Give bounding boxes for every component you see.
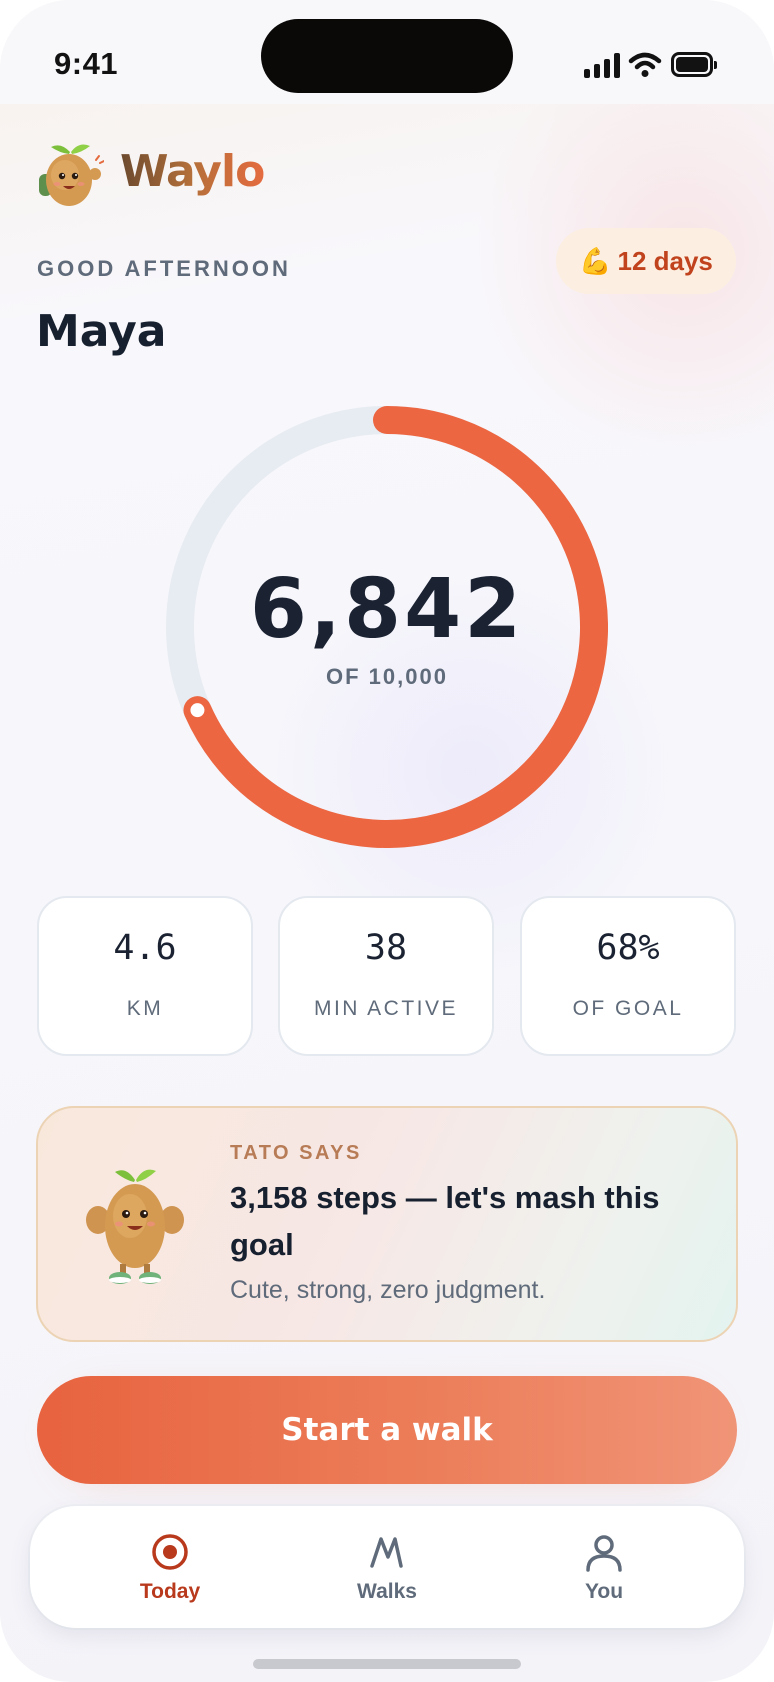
tab-label: You <box>584 1580 624 1603</box>
stat-card-active-minutes: 38 MIN ACTIVE <box>278 896 494 1056</box>
stat-card-goal-percent: 68% OF GOAL <box>520 896 736 1056</box>
brand-name: Waylo <box>120 146 265 197</box>
battery-icon <box>671 52 717 77</box>
tab-walks[interactable]: Walks <box>277 1506 497 1628</box>
ring-progress-knob <box>184 697 211 724</box>
tab-label: Walks <box>357 1580 417 1603</box>
flexed-biceps-icon: 💪 <box>579 246 612 276</box>
step-goal: OF 10,000 <box>326 664 448 689</box>
tato-kicker: TATO SAYS <box>230 1142 362 1164</box>
stat-label: OF GOAL <box>572 997 684 1020</box>
streak-label: 12 days <box>617 245 713 276</box>
stat-label: MIN ACTIVE <box>313 997 459 1020</box>
tab-label: Today <box>139 1580 201 1603</box>
tab-you[interactable]: You <box>494 1506 714 1628</box>
stat-value: 68% <box>596 928 660 968</box>
status-time: 9:41 <box>54 46 119 81</box>
stat-label: KM <box>126 997 164 1020</box>
stat-card-distance: 4.6 KM <box>37 896 253 1056</box>
greeting-kicker: GOOD AFTERNOON <box>37 256 291 281</box>
person-icon <box>586 1535 622 1572</box>
wifi-icon <box>628 52 662 77</box>
user-name: Maya <box>36 306 167 357</box>
start-walk-button[interactable]: Start a walk <box>37 1376 737 1484</box>
signal-icon <box>584 52 620 78</box>
tab-today[interactable]: Today <box>60 1506 280 1628</box>
home-indicator <box>253 1659 521 1669</box>
step-count: 6,842 <box>249 562 525 657</box>
walk-path-icon <box>370 1537 403 1568</box>
tato-subtitle: Cute, strong, zero judgment. <box>230 1276 546 1304</box>
status-bar: 9:41 <box>0 0 774 104</box>
potato-mascot-flexing <box>86 1169 184 1284</box>
phone-screen: 9:41 Waylo GOOD AFTERNOON Maya 💪 12 days… <box>0 0 774 1682</box>
potato-mascot-logo <box>39 144 104 206</box>
streak-badge[interactable]: 💪 12 days <box>556 228 736 294</box>
dynamic-island <box>261 19 513 93</box>
target-icon <box>152 1534 188 1570</box>
tato-message: 3,158 steps — let's mash this goal <box>230 1180 660 1262</box>
stat-value: 38 <box>364 928 408 968</box>
stat-value: 4.6 <box>113 928 177 968</box>
tab-bar: Today Walks You <box>30 1506 744 1628</box>
tato-message-card[interactable]: TATO SAYS 3,158 steps — let's mash this … <box>36 1106 738 1342</box>
